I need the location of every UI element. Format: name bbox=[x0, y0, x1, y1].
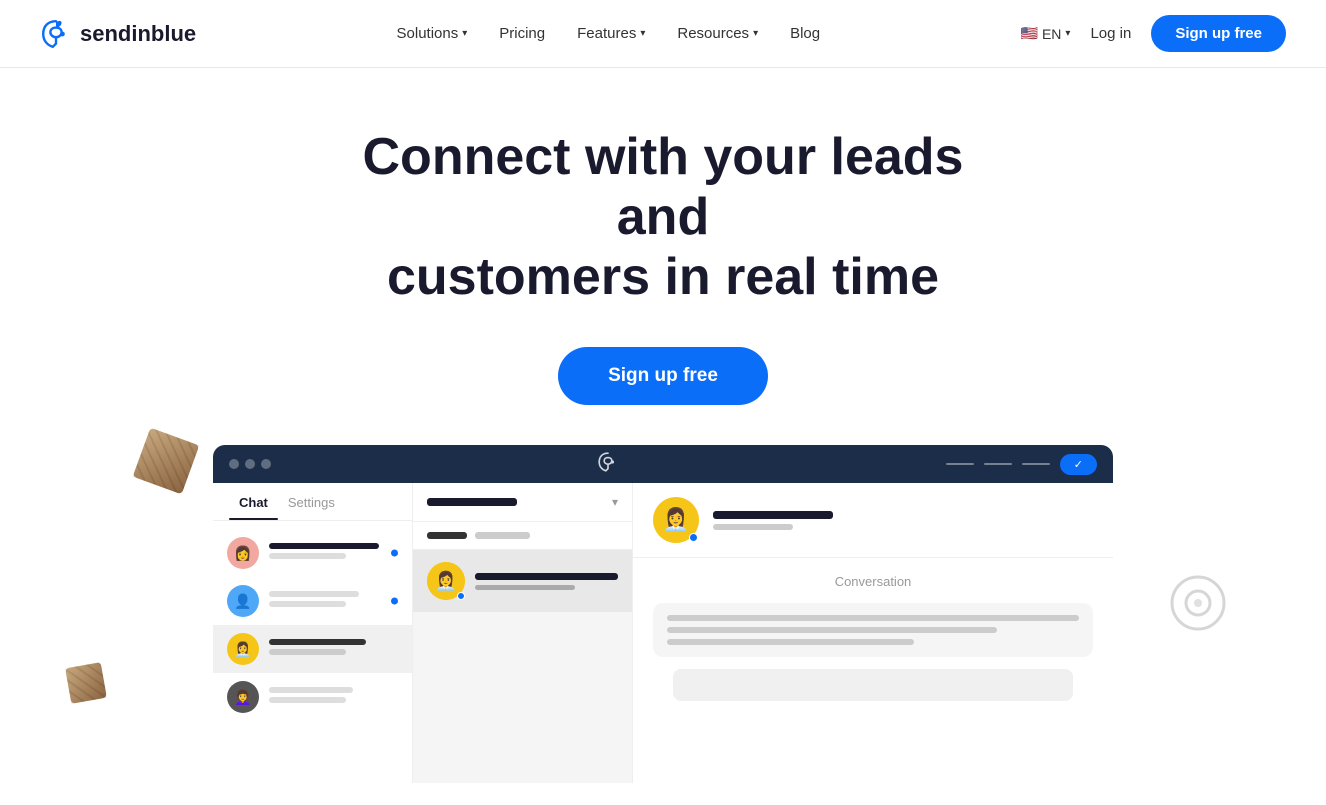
right-online-dot bbox=[689, 533, 698, 542]
chat-lines-2 bbox=[269, 591, 398, 611]
titlebar-right: ✓ bbox=[946, 454, 1097, 475]
chat-item-4[interactable]: 👩‍🦱 bbox=[213, 673, 412, 721]
tab-chat[interactable]: Chat bbox=[229, 483, 278, 520]
mid-subheader bbox=[413, 522, 632, 550]
unread-dot-2 bbox=[391, 598, 398, 605]
bubble-line-1 bbox=[667, 615, 1079, 621]
titlebar-dot-3 bbox=[261, 459, 271, 469]
mid-header: ▾ bbox=[413, 483, 632, 522]
language-selector[interactable]: 🇺🇸 EN ▾ bbox=[1021, 25, 1071, 42]
chevron-down-icon-2: ▾ bbox=[640, 28, 645, 39]
chevron-icon: ▾ bbox=[612, 495, 618, 509]
login-link[interactable]: Log in bbox=[1090, 25, 1131, 42]
mockup-body: Chat Settings 👩 bbox=[213, 483, 1113, 783]
chat-item-2[interactable]: 👤 bbox=[213, 577, 412, 625]
nav-solutions[interactable]: Solutions ▾ bbox=[397, 25, 468, 42]
mid-title-bar bbox=[427, 498, 517, 506]
chevron-down-icon: ▾ bbox=[462, 28, 467, 39]
nav-resources[interactable]: Resources ▾ bbox=[677, 25, 758, 42]
chat-item-3[interactable]: 👩‍💼 bbox=[213, 625, 412, 673]
right-avatar: 👩‍💼 bbox=[653, 497, 699, 543]
chat-name-line-3 bbox=[269, 639, 366, 645]
app-mockup: ✓ Chat Settings 👩 bbox=[213, 445, 1113, 805]
active-chat-item[interactable]: 👩‍💼 bbox=[413, 550, 632, 612]
check-icon: ✓ bbox=[1074, 458, 1083, 471]
avatar-3: 👩‍💼 bbox=[227, 633, 259, 665]
chat-name-line-4 bbox=[269, 687, 353, 693]
avatar-2: 👤 bbox=[227, 585, 259, 617]
chat-name-line-2 bbox=[269, 591, 359, 597]
nav-features[interactable]: Features ▾ bbox=[577, 25, 645, 42]
avatar-4: 👩‍🦱 bbox=[227, 681, 259, 713]
signup-button-hero[interactable]: Sign up free bbox=[558, 347, 768, 405]
tab-settings[interactable]: Settings bbox=[278, 483, 345, 520]
chat-lines-1 bbox=[269, 543, 398, 563]
titlebar-line-3 bbox=[1022, 463, 1050, 465]
nav-links: Solutions ▾ Pricing Features ▾ Resources… bbox=[397, 25, 821, 42]
chat-lines-3 bbox=[269, 639, 398, 659]
bubble-line-2 bbox=[667, 627, 997, 633]
active-sub-line bbox=[475, 585, 575, 590]
hero-section: Connect with your leads and customers in… bbox=[0, 68, 1326, 405]
chat-list-panel: Chat Settings 👩 bbox=[213, 483, 413, 783]
deco-cube-1 bbox=[133, 428, 200, 495]
chat-preview-line-4 bbox=[269, 697, 346, 703]
nav-blog[interactable]: Blog bbox=[790, 25, 820, 42]
deco-gear-icon bbox=[1170, 575, 1226, 631]
flag-icon: 🇺🇸 bbox=[1021, 25, 1038, 42]
logo-icon bbox=[40, 18, 72, 50]
mid-sub-dark bbox=[427, 532, 467, 539]
mid-panel: ▾ 👩‍💼 bbox=[413, 483, 633, 783]
nav-right: 🇺🇸 EN ▾ Log in Sign up free bbox=[1021, 15, 1286, 52]
chat-preview-line-2 bbox=[269, 601, 346, 607]
chat-preview-line-3 bbox=[269, 649, 346, 655]
hero-heading: Connect with your leads and customers in… bbox=[313, 128, 1013, 307]
active-avatar: 👩‍💼 bbox=[427, 562, 465, 600]
right-header: 👩‍💼 bbox=[633, 483, 1113, 558]
deco-cube-2 bbox=[65, 663, 107, 705]
titlebar-dots bbox=[229, 459, 271, 469]
titlebar-save-button[interactable]: ✓ bbox=[1060, 454, 1097, 475]
message-bubble-1 bbox=[653, 603, 1093, 657]
bubble-line-3 bbox=[667, 639, 914, 645]
avatar-1: 👩 bbox=[227, 537, 259, 569]
signup-button-nav[interactable]: Sign up free bbox=[1151, 15, 1286, 52]
logo[interactable]: sendinblue bbox=[40, 18, 196, 50]
active-name-line bbox=[475, 573, 618, 580]
chat-name-line bbox=[269, 543, 379, 549]
chat-lines-4 bbox=[269, 687, 398, 707]
right-sub-line bbox=[713, 524, 793, 530]
nav-pricing[interactable]: Pricing bbox=[499, 25, 545, 42]
titlebar-dot-1 bbox=[229, 459, 239, 469]
deco-area: ✓ Chat Settings 👩 bbox=[0, 445, 1326, 805]
right-name-lines bbox=[713, 511, 1093, 530]
active-online-dot bbox=[457, 592, 465, 600]
titlebar-logo-icon bbox=[597, 451, 619, 478]
active-lines bbox=[475, 573, 618, 590]
chevron-down-icon-3: ▾ bbox=[753, 28, 758, 39]
mockup-titlebar: ✓ bbox=[213, 445, 1113, 483]
chat-input[interactable] bbox=[673, 669, 1073, 701]
chat-list: 👩 👤 bbox=[213, 521, 412, 729]
mockup-outer: ✓ Chat Settings 👩 bbox=[213, 445, 1113, 783]
chevron-down-icon-4: ▾ bbox=[1065, 28, 1070, 39]
mockup-tabs: Chat Settings bbox=[213, 483, 412, 521]
titlebar-dot-2 bbox=[245, 459, 255, 469]
unread-dot-1 bbox=[391, 550, 398, 557]
titlebar-line-1 bbox=[946, 463, 974, 465]
chat-item-1[interactable]: 👩 bbox=[213, 529, 412, 577]
titlebar-line-2 bbox=[984, 463, 1012, 465]
conversation-area: Conversation bbox=[633, 558, 1113, 717]
right-panel: 👩‍💼 Conversation bbox=[633, 483, 1113, 783]
conv-label: Conversation bbox=[653, 574, 1093, 589]
right-name-line bbox=[713, 511, 833, 519]
navbar: sendinblue Solutions ▾ Pricing Features … bbox=[0, 0, 1326, 68]
chat-preview-line bbox=[269, 553, 346, 559]
mid-sub-light bbox=[475, 532, 530, 539]
logo-text: sendinblue bbox=[80, 21, 196, 47]
